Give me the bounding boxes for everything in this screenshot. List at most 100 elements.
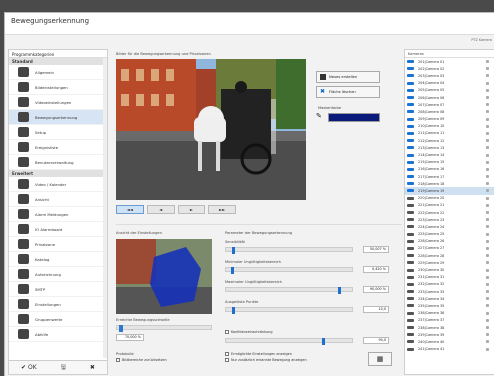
tab-next[interactable]: ► — [177, 205, 206, 214]
camera-row[interactable]: 241|Camera 41 — [405, 346, 494, 353]
confidence-checkbox[interactable]: Konfidenzeinschränkung — [225, 330, 272, 334]
sidebar-item-privatzone[interactable]: Privatzone — [9, 237, 107, 252]
sidebar-item-smtp[interactable]: SMTP — [9, 282, 107, 297]
param-value[interactable]: 0,420 % — [363, 266, 389, 273]
camera-row[interactable]: 238|Camera 38 — [405, 324, 494, 331]
camera-row[interactable]: 224|Camera 24 — [405, 223, 494, 230]
camera-row[interactable]: 225|Camera 25 — [405, 231, 494, 238]
camera-row[interactable]: 202|Camera 02 — [405, 65, 494, 72]
slider-thumb[interactable] — [232, 247, 235, 254]
ok-button[interactable]: ✔ OK — [21, 364, 37, 371]
sidebar-item-bewegungserkennung[interactable]: Bewegungserkennung — [9, 110, 107, 125]
sidebar-item-gruppenwerte[interactable]: Gruppenwerte — [9, 312, 107, 327]
camera-row[interactable]: 237|Camera 37 — [405, 317, 494, 324]
slider-thumb[interactable] — [231, 267, 234, 274]
camera-row[interactable]: 230|Camera 30 — [405, 266, 494, 273]
sidebar-item-setup[interactable]: Setup — [9, 125, 107, 140]
camera-row[interactable]: 212|Camera 12 — [405, 137, 494, 144]
param-slider[interactable] — [225, 267, 353, 274]
camera-row[interactable]: 205|Camera 05 — [405, 87, 494, 94]
camera-row[interactable]: 217|Camera 17 — [405, 173, 494, 180]
camera-row[interactable]: 213|Camera 13 — [405, 144, 494, 151]
camera-row[interactable]: 210|Camera 10 — [405, 123, 494, 130]
show-settings-checkbox[interactable]: Ermöglichte Einstellungen anzeigen — [225, 352, 292, 356]
camera-preview[interactable] — [116, 59, 306, 200]
camera-row[interactable]: 209|Camera 09 — [405, 116, 494, 123]
confidence-value[interactable]: 90,0 — [363, 337, 389, 344]
sidebar-item-katalog[interactable]: Katalog — [9, 252, 107, 267]
category-scrollbar[interactable] — [103, 58, 107, 358]
eyedropper-icon[interactable]: ✎ — [316, 112, 322, 120]
protocol-checkbox[interactable]: Bildbereiche zurücksetzen — [116, 358, 167, 362]
camera-row[interactable]: 218|Camera 18 — [405, 180, 494, 187]
camera-row[interactable]: 223|Camera 23 — [405, 216, 494, 223]
camera-row[interactable]: 220|Camera 20 — [405, 195, 494, 202]
threshold-value[interactable]: 70,000 % — [116, 334, 144, 341]
tab-prev[interactable]: ◄ — [146, 205, 175, 214]
sidebar-item-alarm-meldungen[interactable]: Alarm Meldungen — [9, 207, 107, 222]
tab-first[interactable]: ◄◄ — [116, 205, 144, 214]
camera-row[interactable]: 227|Camera 27 — [405, 245, 494, 252]
camera-row[interactable]: 229|Camera 29 — [405, 259, 494, 266]
camera-row[interactable]: 239|Camera 39 — [405, 331, 494, 338]
slider-thumb[interactable] — [232, 307, 235, 314]
sidebar-item-aufzeichnung[interactable]: Aufzeichnung — [9, 267, 107, 282]
mask-color-swatch[interactable] — [328, 113, 380, 122]
section-erweitert[interactable]: Erweitert — [9, 170, 107, 177]
cancel-button[interactable]: ✖ — [90, 364, 95, 371]
camera-row[interactable]: 222|Camera 22 — [405, 209, 494, 216]
sidebar-item-einstellungen[interactable]: Einstellungen — [9, 297, 107, 312]
param-slider[interactable] — [225, 247, 353, 254]
show-motion-checkbox[interactable]: Nur zusätzlich erkannte Bewegung anzeige… — [225, 358, 307, 362]
sidebar-item-bildeinstellungen[interactable]: Bildeinstellungen — [9, 80, 107, 95]
sidebar-item-video-kalender[interactable]: Video / Kalender — [9, 177, 107, 192]
confidence-slider[interactable] — [225, 338, 353, 345]
camera-row[interactable]: 204|Camera 04 — [405, 80, 494, 87]
camera-row[interactable]: 240|Camera 40 — [405, 338, 494, 345]
camera-row[interactable]: 233|Camera 33 — [405, 288, 494, 295]
sidebar-item-benutzerverwaltung[interactable]: Benutzerverwaltung — [9, 155, 107, 170]
show-motion-label: Nur zusätzlich erkannte Bewegung anzeige… — [231, 358, 307, 362]
camera-row[interactable]: 235|Camera 35 — [405, 302, 494, 309]
sidebar-item-ansicht[interactable]: Ansicht — [9, 192, 107, 207]
camera-row[interactable]: 201|Camera 01 — [405, 58, 494, 65]
param-value[interactable]: 90,000 % — [363, 286, 389, 293]
sidebar-item-videoeinstellungen[interactable]: Videoeinstellungen — [9, 95, 107, 110]
camera-row[interactable]: 215|Camera 15 — [405, 159, 494, 166]
confidence-label: Konfidenzeinschränkung — [231, 330, 273, 334]
camera-row[interactable]: 231|Camera 31 — [405, 274, 494, 281]
camera-row[interactable]: 232|Camera 32 — [405, 281, 494, 288]
camera-row[interactable]: 228|Camera 28 — [405, 252, 494, 259]
param-slider[interactable] — [225, 307, 353, 314]
add-area-button[interactable]: Neues erstellen — [316, 71, 380, 83]
camera-row[interactable]: 203|Camera 03 — [405, 72, 494, 79]
calendar-button[interactable]: ▦ — [368, 352, 392, 366]
camera-row[interactable]: 221|Camera 21 — [405, 202, 494, 209]
save-button[interactable]: 🖫 — [61, 363, 66, 373]
param-value[interactable]: 10,0 — [363, 306, 389, 313]
param-value[interactable]: 50,007 % — [363, 246, 389, 253]
camera-icon — [407, 275, 414, 279]
slider-thumb[interactable] — [338, 287, 341, 294]
camera-row[interactable]: 219|Camera 19 — [405, 187, 494, 195]
camera-row[interactable]: 216|Camera 16 — [405, 166, 494, 173]
camera-row[interactable]: 207|Camera 07 — [405, 101, 494, 108]
camera-row[interactable]: 234|Camera 34 — [405, 295, 494, 302]
tab-last[interactable]: ►► — [208, 205, 236, 214]
camera-row[interactable]: 206|Camera 06 — [405, 94, 494, 101]
delete-area-button[interactable]: ✖ Fläche löschen — [316, 86, 380, 98]
section-standard[interactable]: Standard — [9, 58, 107, 65]
sidebar-item-io-alarmboard[interactable]: IO Alarmboard — [9, 222, 107, 237]
camera-row[interactable]: 208|Camera 08 — [405, 108, 494, 115]
camera-row[interactable]: 211|Camera 11 — [405, 130, 494, 137]
camera-row[interactable]: 214|Camera 14 — [405, 151, 494, 158]
param-slider[interactable] — [225, 287, 353, 294]
sidebar-item-abhilfe[interactable]: Abhilfe — [9, 327, 107, 342]
list-icon — [18, 142, 29, 152]
camera-row[interactable]: 236|Camera 36 — [405, 310, 494, 317]
sidebar-item-allgemein[interactable]: Allgemein — [9, 65, 107, 80]
camera-row[interactable]: 226|Camera 26 — [405, 238, 494, 245]
camera-icon — [407, 175, 414, 179]
ptz-badge: PTZ Kamera — [471, 38, 492, 42]
sidebar-item-ereignisliste[interactable]: Ereignisliste — [9, 140, 107, 155]
